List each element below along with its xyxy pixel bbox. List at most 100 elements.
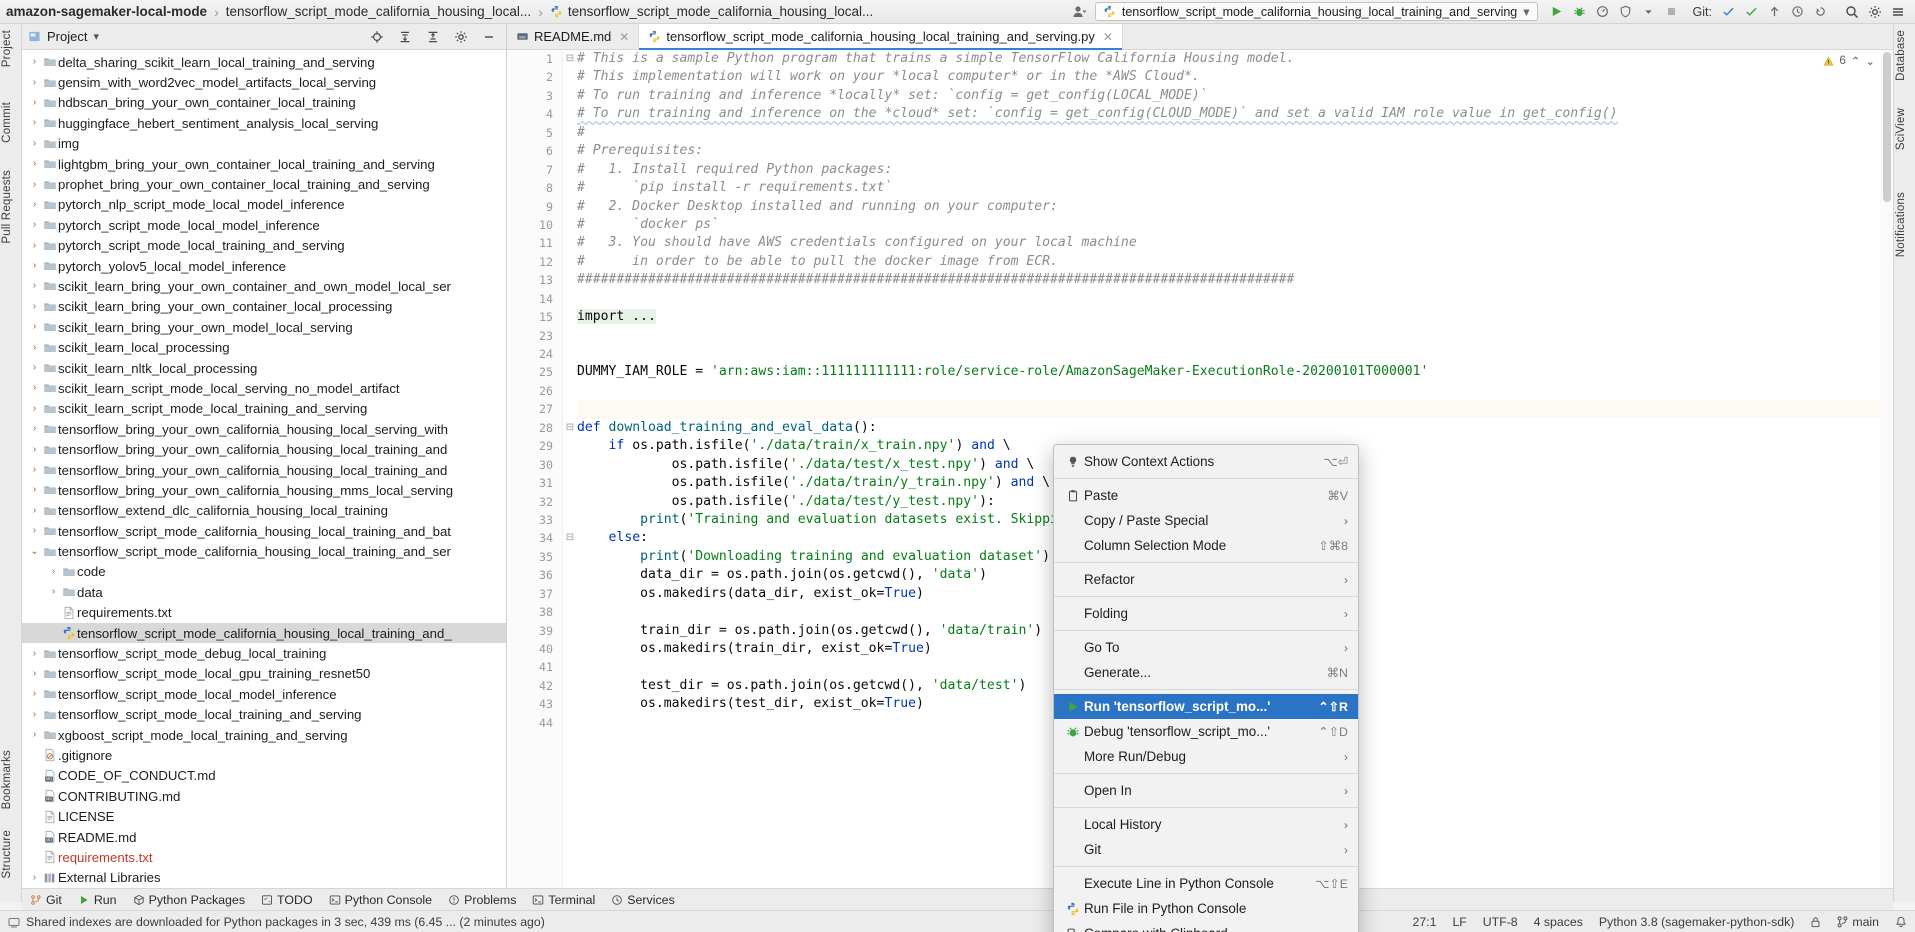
status-message[interactable]: Shared indexes are downloaded for Python…	[26, 915, 545, 929]
chevron-right-icon[interactable]: ›	[28, 689, 41, 699]
menu-execute-line-in-python-console[interactable]: Execute Line in Python Console ⌥⇧E	[1054, 871, 1358, 896]
chevron-right-icon[interactable]: ›	[28, 444, 41, 455]
code-line[interactable]: ########################################…	[577, 271, 1893, 289]
fold-gutter[interactable]: ⊟ ⊟ ⊟	[563, 50, 577, 894]
coverage-button[interactable]	[1615, 2, 1637, 22]
menu-paste[interactable]: Paste ⌘V	[1054, 483, 1358, 508]
select-opened-file-icon[interactable]	[366, 27, 388, 47]
tree-row[interactable]: › pytorch_script_mode_local_model_inferen…	[22, 215, 506, 235]
code-line[interactable]: # To run training and inference on the *…	[577, 105, 1893, 123]
chevron-down-icon[interactable]: ⌄	[28, 546, 41, 557]
editor-tab-1[interactable]: tensorflow_script_mode_california_housin…	[639, 24, 1123, 50]
tree-row-selected[interactable]: tensorflow_script_mode_california_housin…	[22, 622, 506, 644]
breadcrumb-item-1[interactable]: tensorflow_script_mode_california_housin…	[226, 4, 531, 19]
python-interpreter[interactable]: Python 3.8 (sagemaker-python-sdk)	[1599, 915, 1794, 929]
chevron-right-icon[interactable]: ›	[28, 465, 41, 475]
inspection-widget[interactable]: 6 ⌃ ⌄	[1823, 54, 1875, 68]
chevron-right-icon[interactable]: ›	[28, 97, 41, 108]
code-line[interactable]	[577, 327, 1893, 345]
tree-row[interactable]: LICENSE	[22, 806, 506, 826]
tool-window-git[interactable]: Git	[30, 893, 62, 907]
git-branch-widget[interactable]: main	[1837, 915, 1879, 929]
chevron-right-icon[interactable]: ›	[28, 403, 41, 414]
git-rollback-button[interactable]	[1809, 2, 1831, 22]
menu-debug-script[interactable]: Debug 'tensorflow_script_mo...' ⌃⇧D	[1054, 719, 1358, 744]
gear-icon[interactable]	[450, 27, 472, 47]
code-line[interactable]	[577, 345, 1893, 363]
indent-setting[interactable]: 4 spaces	[1534, 915, 1583, 929]
tool-window-python-packages[interactable]: Python Packages	[133, 893, 245, 907]
chevron-right-icon[interactable]: ›	[28, 424, 41, 434]
code-line[interactable]: #	[577, 124, 1893, 142]
tree-row[interactable]: › scikit_learn_script_mode_local_training…	[22, 399, 506, 419]
gear-icon[interactable]	[1864, 2, 1886, 22]
chevron-right-icon[interactable]: ›	[28, 301, 41, 312]
tree-row[interactable]: › lightgbm_bring_your_own_container_local…	[22, 154, 506, 174]
tree-row[interactable]: › tensorflow_script_mode_local_model_infe…	[22, 684, 506, 704]
tree-row[interactable]: › tensorflow_script_mode_debug_local_trai…	[22, 643, 506, 663]
menu-refactor[interactable]: Refactor ›	[1054, 567, 1358, 592]
submenu-chevron-icon[interactable]: ›	[1344, 607, 1348, 621]
chevron-right-icon[interactable]: ›	[28, 118, 41, 128]
debug-button[interactable]	[1569, 2, 1591, 22]
tree-row[interactable]: › tensorflow_bring_your_own_california_ho…	[22, 480, 506, 500]
menu-git[interactable]: Git ›	[1054, 837, 1358, 862]
menu-compare-with-clipboard[interactable]: Compare with Clipboard	[1054, 921, 1358, 932]
tool-window-terminal[interactable]: Terminal	[532, 893, 595, 907]
chevron-right-icon[interactable]: ›	[28, 199, 41, 210]
stop-button[interactable]	[1661, 2, 1683, 22]
menu-folding[interactable]: Folding ›	[1054, 601, 1358, 626]
code-line[interactable]	[577, 290, 1893, 308]
menu-go-to[interactable]: Go To ›	[1054, 635, 1358, 660]
code-line[interactable]	[577, 400, 1893, 419]
chevron-right-icon[interactable]: ›	[28, 383, 41, 393]
lock-icon[interactable]	[1810, 916, 1821, 928]
code-line[interactable]: # `docker ps`	[577, 216, 1893, 234]
code-line[interactable]: # 2. Docker Desktop installed and runnin…	[577, 198, 1893, 216]
code-line[interactable]: import ...	[577, 308, 1893, 326]
chevron-right-icon[interactable]: ›	[28, 709, 41, 720]
expand-all-icon[interactable]	[394, 27, 416, 47]
tree-row[interactable]: requirements.txt	[22, 603, 506, 623]
tree-row[interactable]: › scikit_learn_bring_your_own_container_l…	[22, 297, 506, 317]
tree-row[interactable]: › tensorflow_script_mode_california_housi…	[22, 521, 506, 541]
chevron-right-icon[interactable]: ›	[28, 138, 41, 149]
menu-copy-paste-special[interactable]: Copy / Paste Special ›	[1054, 508, 1358, 533]
chevron-right-icon[interactable]: ›	[28, 872, 41, 883]
code-line[interactable]: # Prerequisites:	[577, 142, 1893, 160]
chevron-up-icon[interactable]: ⌃	[1851, 54, 1861, 68]
chevron-right-icon[interactable]: ›	[47, 566, 60, 577]
tool-window-run[interactable]: Run	[78, 893, 117, 907]
submenu-chevron-icon[interactable]: ›	[1344, 843, 1348, 857]
chevron-right-icon[interactable]: ›	[28, 485, 41, 495]
editor-scrollbar[interactable]	[1880, 50, 1893, 894]
tree-row[interactable]: › tensorflow_bring_your_own_california_ho…	[22, 460, 506, 480]
tree-row[interactable]: › pytorch_script_mode_local_training_and_…	[22, 236, 506, 256]
project-tree[interactable]: › delta_sharing_scikit_learn_local_traini…	[22, 50, 506, 902]
collapse-all-icon[interactable]	[422, 27, 444, 47]
menu-open-in[interactable]: Open In ›	[1054, 778, 1358, 803]
menu-run-file-in-python-console[interactable]: Run File in Python Console	[1054, 896, 1358, 921]
tree-row[interactable]: › img	[22, 134, 506, 154]
menu-icon[interactable]	[1887, 2, 1909, 22]
tree-row[interactable]: › scikit_learn_bring_your_own_container_a…	[22, 276, 506, 296]
tree-row[interactable]: › scikit_learn_nltk_local_processing	[22, 358, 506, 378]
tool-tab-database[interactable]: Database	[1895, 30, 1915, 81]
tree-row[interactable]: ⌄ tensorflow_script_mode_california_housi…	[22, 541, 506, 561]
chevron-right-icon[interactable]: ›	[28, 526, 41, 536]
code-line[interactable]: DUMMY_IAM_ROLE = 'arn:aws:iam::111111111…	[577, 363, 1893, 381]
code-line[interactable]: # This implementation will work on your …	[577, 68, 1893, 86]
tree-row[interactable]: › External Libraries	[22, 868, 506, 888]
tree-row[interactable]: › tensorflow_bring_your_own_california_ho…	[22, 419, 506, 439]
fold-toggle-icon[interactable]: ⊟	[563, 529, 577, 547]
chevron-right-icon[interactable]: ›	[28, 648, 41, 659]
more-run-button[interactable]	[1638, 2, 1660, 22]
chevron-right-icon[interactable]: ›	[28, 240, 41, 251]
tree-row[interactable]: › tensorflow_bring_your_own_california_ho…	[22, 439, 506, 459]
tree-row[interactable]: › delta_sharing_scikit_learn_local_traini…	[22, 52, 506, 72]
tree-row[interactable]: › data	[22, 582, 506, 602]
tool-tab-notifications[interactable]: Notifications	[1895, 192, 1915, 257]
file-encoding[interactable]: UTF-8	[1483, 915, 1518, 929]
chevron-right-icon[interactable]: ›	[28, 57, 41, 67]
tree-row[interactable]: › pytorch_nlp_script_mode_local_model_inf…	[22, 195, 506, 215]
